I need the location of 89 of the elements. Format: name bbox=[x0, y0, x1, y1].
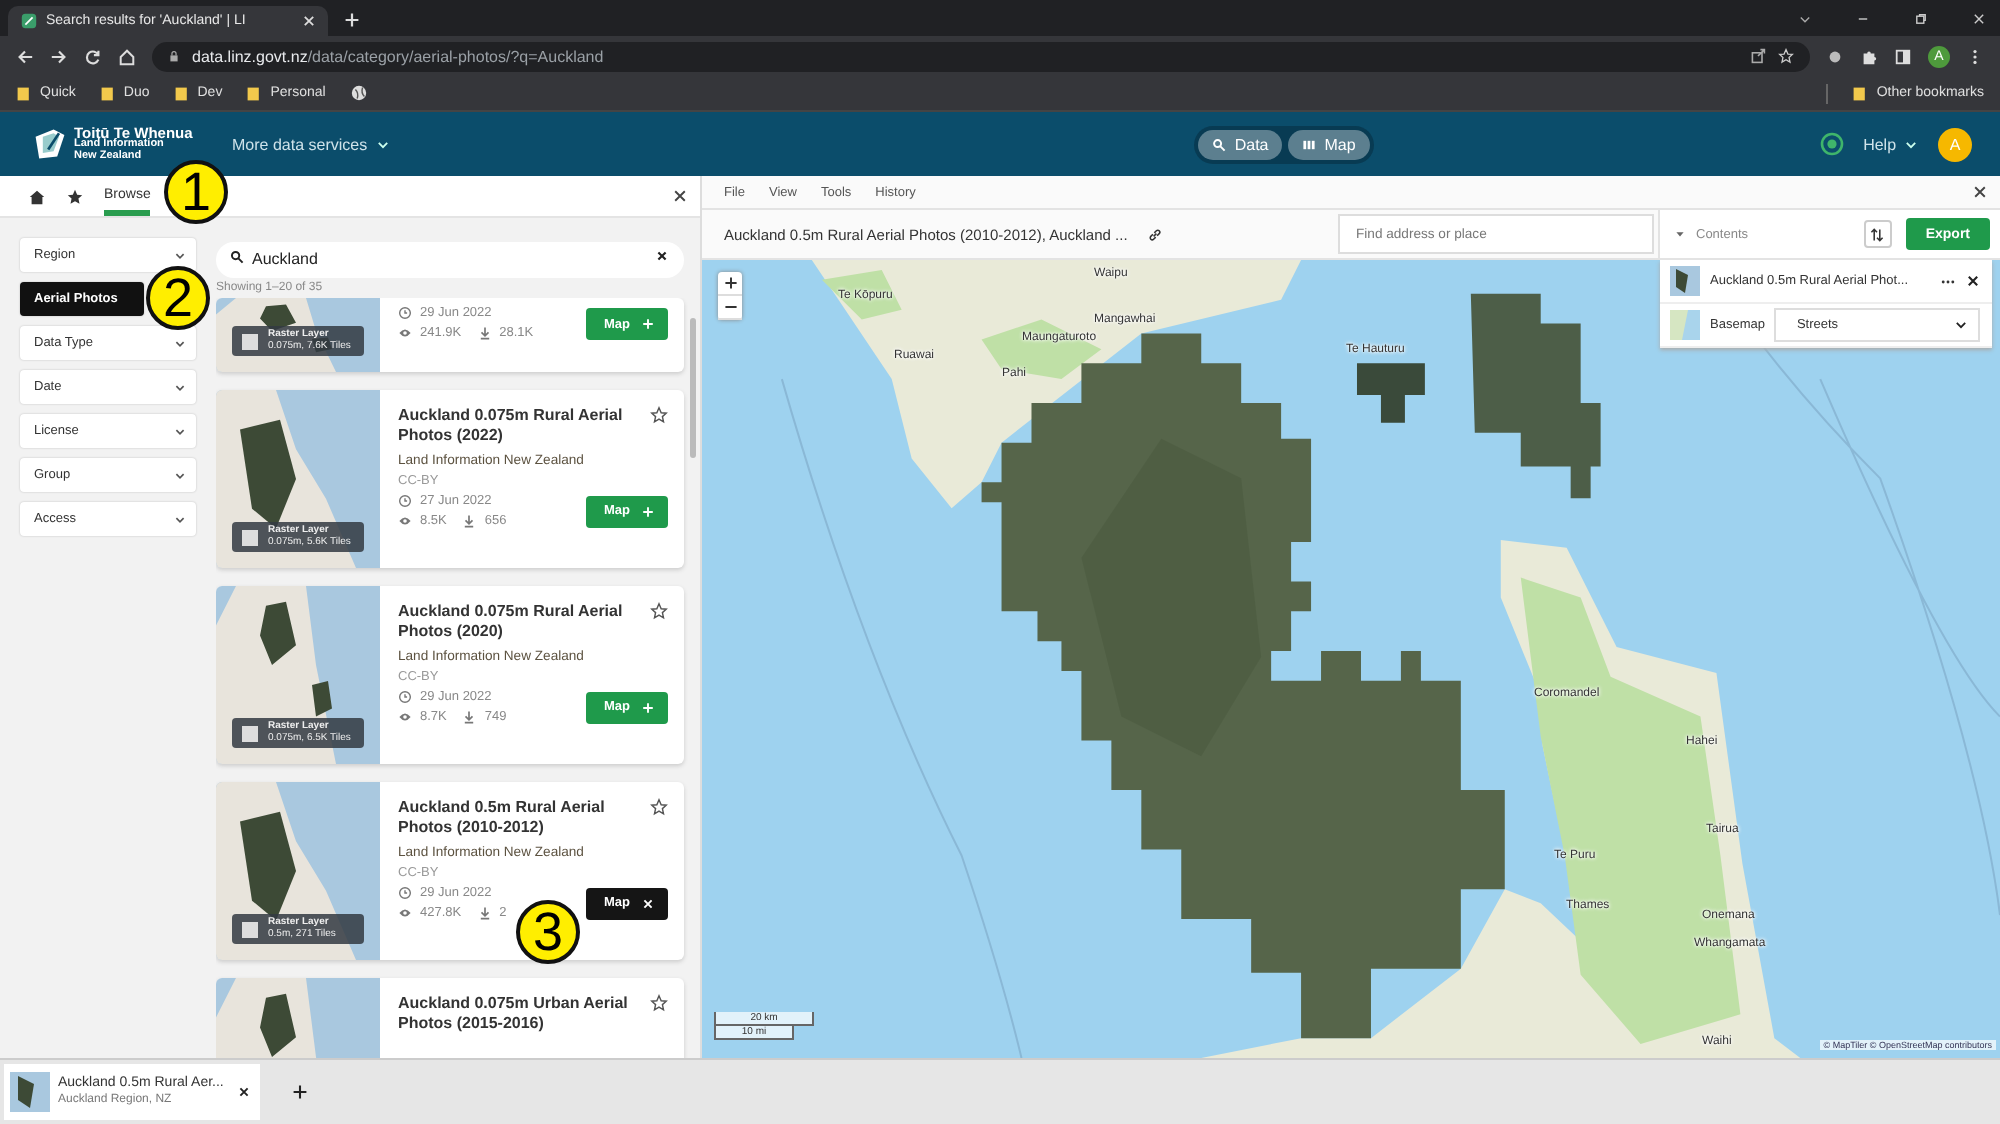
help-menu[interactable]: Help bbox=[1863, 135, 1919, 153]
share-icon[interactable] bbox=[1750, 48, 1766, 64]
dataset-title[interactable]: Auckland 0.5m Rural Aerial Photos (2010-2012) bbox=[398, 798, 642, 840]
map-thumbnail bbox=[10, 1072, 50, 1112]
folder-icon bbox=[246, 85, 263, 101]
chevron-down-icon bbox=[174, 381, 186, 393]
folder-icon bbox=[99, 85, 116, 101]
eye-icon bbox=[398, 326, 412, 340]
columns-icon bbox=[1302, 137, 1317, 151]
chevron-down-icon bbox=[174, 425, 186, 437]
puzzle-icon[interactable] bbox=[1860, 47, 1878, 65]
close-icon[interactable] bbox=[672, 188, 688, 204]
search-icon bbox=[1212, 137, 1227, 151]
view-toggle-button[interactable]: Map bbox=[1288, 129, 1370, 159]
clock-icon bbox=[398, 689, 412, 704]
logo-icon[interactable] bbox=[32, 126, 68, 162]
layer-thumbnail bbox=[1670, 266, 1700, 296]
zoom-in-button[interactable] bbox=[718, 272, 742, 296]
plus-icon bbox=[723, 276, 737, 290]
globe-icon[interactable] bbox=[349, 84, 368, 102]
download-icon bbox=[462, 709, 477, 724]
star-icon[interactable] bbox=[650, 798, 668, 816]
eye-icon bbox=[398, 905, 412, 920]
search-icon bbox=[230, 249, 244, 263]
raster-layer-icon bbox=[240, 527, 260, 547]
view-toggle-button[interactable]: Data bbox=[1198, 129, 1283, 159]
lock-icon bbox=[168, 50, 180, 62]
star-icon[interactable] bbox=[650, 602, 668, 620]
raster-layer-icon bbox=[240, 723, 260, 743]
close-icon[interactable] bbox=[1966, 274, 1980, 288]
add-tab-icon[interactable] bbox=[292, 1084, 308, 1100]
forward-icon[interactable] bbox=[50, 47, 68, 65]
chevron-down-icon bbox=[1954, 318, 1968, 332]
status-icon[interactable] bbox=[1819, 132, 1844, 156]
caret-icon[interactable] bbox=[1674, 228, 1686, 240]
site-favicon-icon bbox=[20, 12, 38, 30]
folder-icon bbox=[16, 85, 32, 101]
chevron-down-icon bbox=[174, 337, 186, 349]
swap-icon bbox=[1870, 227, 1885, 241]
download-icon bbox=[462, 513, 477, 528]
chevron-down-icon bbox=[174, 469, 186, 481]
clock-icon bbox=[398, 885, 412, 900]
download-icon bbox=[477, 326, 492, 340]
eye-icon bbox=[398, 513, 412, 528]
folder-icon bbox=[173, 85, 190, 101]
clock-icon bbox=[398, 306, 412, 320]
folder-icon bbox=[1852, 85, 1869, 101]
download-icon bbox=[477, 905, 492, 920]
plus-icon bbox=[642, 701, 654, 714]
dataset-title[interactable]: Auckland 0.075m Urban Aerial Photos (2015-2016) bbox=[398, 994, 642, 1036]
star-icon[interactable] bbox=[650, 994, 668, 1012]
basemap-thumbnail bbox=[1670, 310, 1700, 340]
minus-icon bbox=[723, 300, 737, 314]
plus-icon bbox=[642, 318, 654, 330]
new-tab-icon[interactable] bbox=[344, 12, 360, 28]
chevron-down-icon bbox=[174, 513, 186, 525]
chevron-down-icon bbox=[375, 137, 390, 151]
scrollbar[interactable] bbox=[689, 318, 695, 458]
raster-layer-icon bbox=[240, 331, 260, 351]
extension-icon[interactable] bbox=[1826, 47, 1844, 65]
search-field[interactable]: Auckland bbox=[216, 241, 684, 277]
back-icon[interactable] bbox=[16, 47, 34, 65]
star-icon[interactable] bbox=[66, 187, 84, 205]
side-panel-icon[interactable] bbox=[1894, 47, 1912, 65]
services-menu[interactable]: More data services bbox=[232, 135, 390, 153]
restore-icon[interactable] bbox=[1914, 12, 1928, 26]
home-icon[interactable] bbox=[28, 187, 46, 205]
star-icon[interactable] bbox=[650, 406, 668, 424]
address-bar[interactable]: data.linz.govt.nz/data/category/aerial-photos/?q=Auckland bbox=[152, 41, 1810, 71]
eye-icon bbox=[398, 709, 412, 724]
chevron-down-icon bbox=[1904, 137, 1919, 151]
minimize-icon[interactable] bbox=[1856, 12, 1870, 26]
close-icon[interactable] bbox=[1972, 184, 1988, 200]
close-icon bbox=[642, 897, 654, 910]
dataset-title[interactable]: Auckland 0.075m Rural Aerial Photos (2020) bbox=[398, 602, 642, 644]
clear-icon[interactable] bbox=[656, 250, 668, 262]
close-icon[interactable] bbox=[238, 1086, 250, 1098]
dataset-title[interactable]: Auckland 0.075m Rural Aerial Photos (2022) bbox=[398, 406, 642, 448]
dataset-card[interactable]: Auckland 0.075m Urban Aerial Photos (2015-2016) bbox=[216, 978, 684, 1058]
swap-button[interactable] bbox=[1863, 220, 1892, 248]
clock-icon bbox=[398, 493, 412, 508]
reload-icon[interactable] bbox=[84, 47, 102, 65]
map-drawing[interactable] bbox=[702, 260, 2000, 1058]
plus-icon bbox=[642, 505, 654, 518]
link-icon[interactable] bbox=[1147, 227, 1162, 241]
raster-layer-icon bbox=[240, 919, 260, 939]
chevron-down-icon bbox=[174, 249, 186, 261]
tab-search-icon[interactable] bbox=[1798, 12, 1812, 26]
home-icon[interactable] bbox=[118, 47, 136, 65]
